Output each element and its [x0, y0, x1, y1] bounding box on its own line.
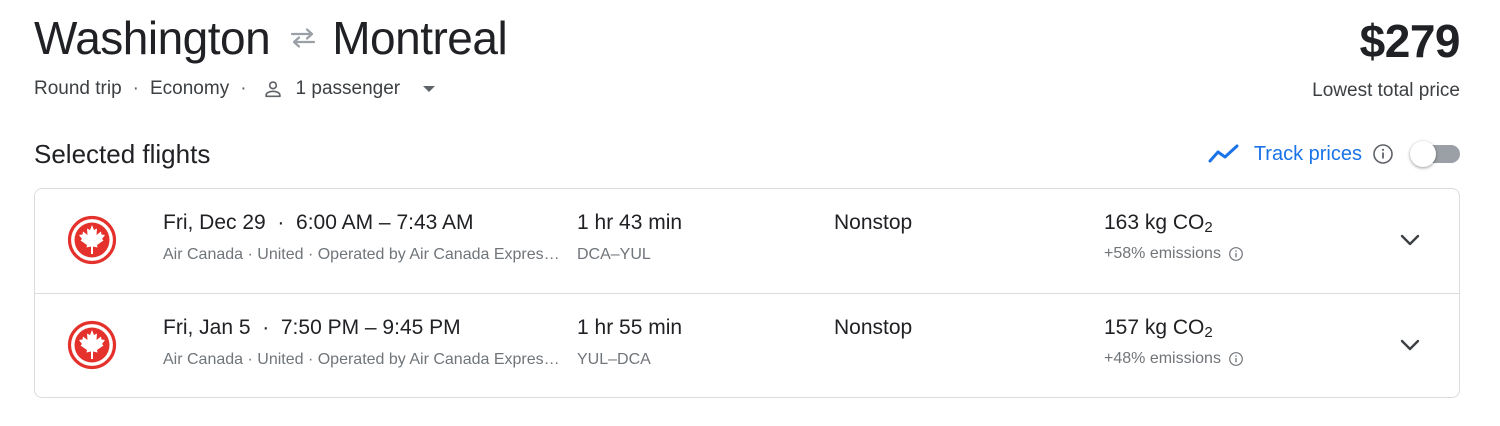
co2-subscript: 2 — [1204, 324, 1213, 341]
info-icon[interactable] — [1228, 246, 1244, 262]
emissions-label: +58% emissions — [1104, 245, 1221, 262]
emissions-delta: +58% emissions — [1104, 245, 1244, 263]
flight-airports: YUL–DCA — [577, 351, 651, 368]
info-icon[interactable] — [1228, 351, 1244, 367]
chevron-down-icon[interactable] — [1397, 332, 1423, 358]
caret-down-icon[interactable] — [422, 82, 436, 96]
flight-time: Fri, Jan 5 · 7:50 PM – 9:45 PM — [163, 316, 461, 339]
emissions-label: +48% emissions — [1104, 350, 1221, 367]
selected-flights-header: Selected flights Track prices — [34, 134, 1460, 174]
flights-card: Fri, Dec 29 · 6:00 AM – 7:43 AM Air Cana… — [34, 188, 1460, 398]
total-price: $279 — [1359, 15, 1461, 67]
trip-header: Washington Montreal Round trip · Economy… — [34, 10, 1461, 120]
section-title: Selected flights — [34, 138, 211, 169]
origin-city: Washington — [34, 12, 271, 64]
track-prices-label[interactable]: Track prices — [1254, 143, 1362, 166]
flight-row[interactable]: Fri, Jan 5 · 7:50 PM – 9:45 PM Air Canad… — [35, 293, 1459, 397]
flight-time: Fri, Dec 29 · 6:00 AM – 7:43 AM — [163, 211, 474, 234]
flight-times: 7:50 PM – 9:45 PM — [280, 316, 461, 339]
co2-value: 157 kg CO2 — [1104, 316, 1213, 341]
person-icon — [262, 78, 284, 100]
flight-date: Fri, Jan 5 — [163, 316, 251, 339]
air-canada-logo-icon — [67, 320, 117, 370]
separator-dot: · — [240, 78, 247, 99]
cabin-class: Economy — [150, 78, 230, 99]
swap-arrows-icon — [288, 26, 318, 50]
track-prices[interactable]: Track prices — [1208, 141, 1460, 167]
co2-subscript: 2 — [1204, 219, 1213, 236]
air-canada-logo-icon — [67, 215, 117, 265]
flight-duration: 1 hr 43 min — [577, 211, 683, 234]
trending-icon — [1208, 143, 1240, 165]
flight-duration: 1 hr 55 min — [577, 316, 683, 339]
co2-amount: 163 kg CO — [1104, 211, 1205, 234]
flight-stops: Nonstop — [834, 211, 913, 234]
track-prices-toggle[interactable] — [1410, 141, 1460, 167]
emissions-delta: +48% emissions — [1104, 350, 1244, 368]
trip-options: Round trip · Economy · 1 passenger — [34, 78, 1460, 100]
flight-date: Fri, Dec 29 — [163, 211, 266, 234]
separator-dot: · — [132, 78, 139, 99]
co2-value: 163 kg CO2 — [1104, 211, 1213, 236]
flight-airports: DCA–YUL — [577, 246, 651, 263]
toggle-knob — [1410, 141, 1436, 167]
flight-row[interactable]: Fri, Dec 29 · 6:00 AM – 7:43 AM Air Cana… — [35, 189, 1459, 293]
co2-amount: 157 kg CO — [1104, 316, 1205, 339]
trip-type: Round trip — [34, 78, 122, 99]
airline-names: Air Canada · United · Operated by Air Ca… — [163, 351, 567, 368]
destination-city: Montreal — [332, 12, 508, 64]
flight-times: 6:00 AM – 7:43 AM — [296, 211, 474, 234]
passenger-count[interactable]: 1 passenger — [296, 78, 401, 100]
airline-names: Air Canada · United · Operated by Air Ca… — [163, 246, 567, 263]
info-icon[interactable] — [1372, 143, 1394, 165]
route: Washington Montreal — [34, 10, 1460, 66]
price-label: Lowest total price — [1312, 80, 1460, 101]
chevron-down-icon[interactable] — [1397, 227, 1423, 253]
flight-stops: Nonstop — [834, 316, 913, 339]
